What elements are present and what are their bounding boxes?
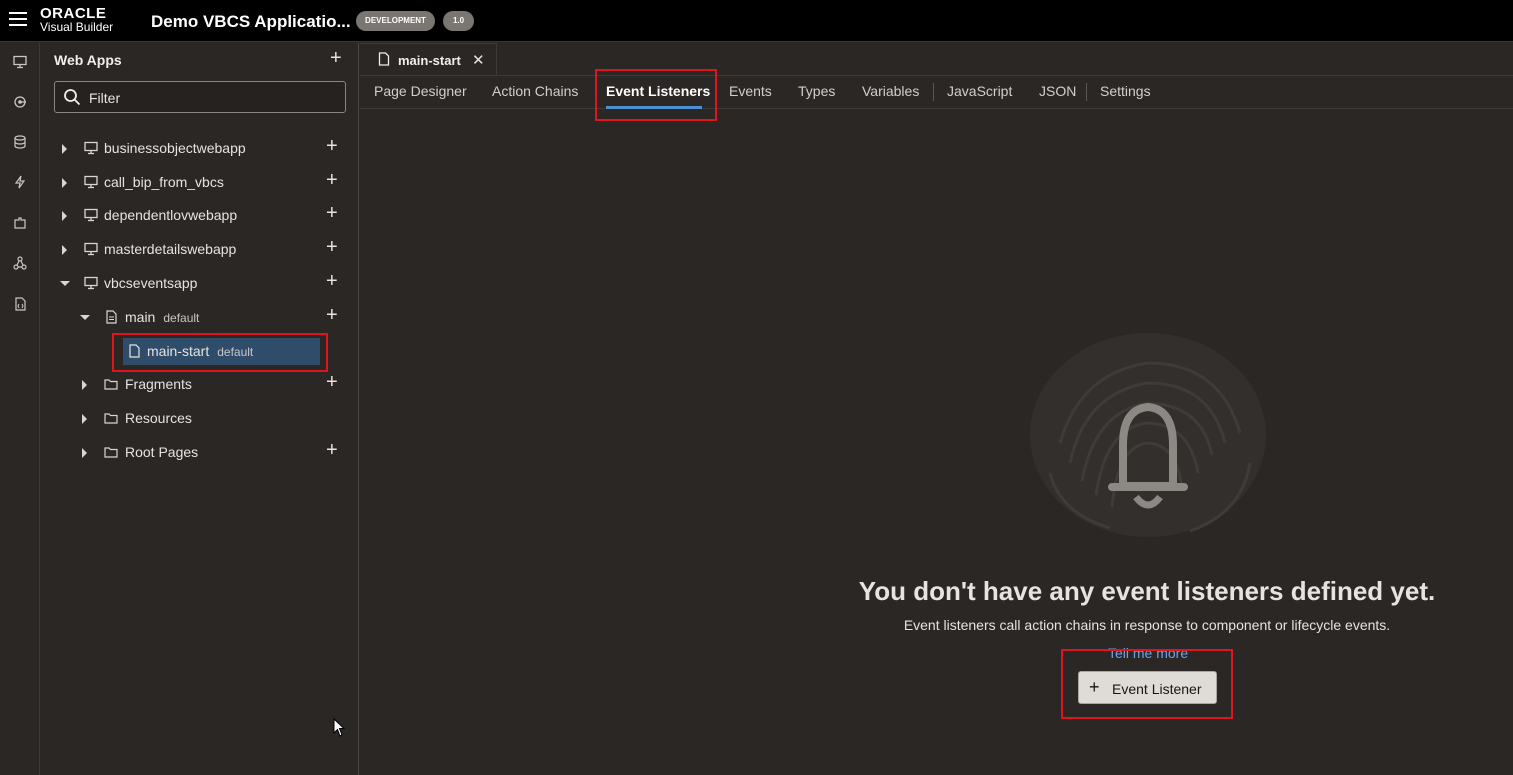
file-tab-label: main-start: [398, 53, 461, 68]
tree-item-dependentlovwebapp[interactable]: dependentlovwebapp +: [40, 201, 358, 231]
tab-javascript[interactable]: JavaScript: [947, 83, 1012, 99]
processes-icon[interactable]: [12, 175, 28, 191]
components-icon[interactable]: [12, 216, 28, 232]
source-icon[interactable]: [12, 297, 28, 313]
tab-events[interactable]: Events: [729, 83, 772, 99]
app-title[interactable]: Demo VBCS Applicatio...: [151, 12, 351, 32]
services-icon[interactable]: [12, 95, 28, 111]
web-apps-panel: Web Apps + businessobjectwebapp + call_b…: [40, 43, 359, 775]
tree-item-root-pages[interactable]: Root Pages +: [40, 438, 358, 468]
visual-builder-logo-text: Visual Builder: [40, 20, 114, 34]
tree-item-resources[interactable]: Resources: [40, 404, 358, 434]
tab-event-listeners[interactable]: Event Listeners: [606, 83, 710, 99]
tree-item-masterdetailswebapp[interactable]: masterdetailswebapp +: [40, 235, 358, 265]
expand-caret-icon[interactable]: [62, 178, 67, 188]
mouse-cursor-icon: [333, 718, 345, 737]
expand-caret-icon[interactable]: [62, 245, 67, 255]
web-app-icon: [84, 175, 98, 189]
layouts-icon[interactable]: [12, 256, 28, 272]
bell-icon: [1030, 333, 1266, 537]
business-objects-icon[interactable]: [12, 135, 28, 151]
tell-me-more-link[interactable]: Tell me more: [1108, 645, 1188, 661]
tab-separator: [1086, 83, 1087, 101]
add-icon[interactable]: +: [326, 372, 338, 392]
add-web-app-button[interactable]: +: [330, 48, 346, 68]
empty-state-description: Event listeners call action chains in re…: [903, 617, 1391, 633]
web-app-icon: [84, 141, 98, 155]
expand-caret-icon[interactable]: [82, 414, 87, 424]
top-bar: ORACLE Visual Builder Demo VBCS Applicat…: [0, 0, 1513, 42]
tree-item-label: masterdetailswebapp: [104, 241, 237, 257]
page-icon: [378, 52, 390, 66]
tree-item-vbcseventsapp[interactable]: vbcseventsapp +: [40, 269, 358, 299]
flow-icon: [106, 310, 117, 324]
add-icon[interactable]: +: [326, 440, 338, 460]
add-icon[interactable]: +: [326, 170, 338, 190]
default-tag: default: [163, 311, 200, 325]
page-icon: [129, 344, 140, 358]
tree-item-label: vbcseventsapp: [104, 275, 198, 291]
tree-item-label: Fragments: [125, 376, 192, 392]
version-badge: 1.0: [443, 11, 474, 31]
add-event-listener-button[interactable]: + Event Listener: [1078, 671, 1217, 704]
add-icon[interactable]: +: [326, 136, 338, 156]
collapse-caret-icon[interactable]: [80, 315, 90, 320]
expand-caret-icon[interactable]: [62, 211, 67, 221]
folder-icon: [104, 447, 118, 458]
editor-tabs: Page Designer Action Chains Event Listen…: [360, 75, 1513, 109]
tree-item-label: main: [125, 309, 156, 325]
tree-item-label: Root Pages: [125, 444, 199, 460]
tree-item-label: businessobjectwebapp: [104, 140, 246, 156]
editor-area: main-start ✕ Page Designer Action Chains…: [360, 43, 1513, 775]
expand-caret-icon[interactable]: [82, 448, 87, 458]
folder-icon: [104, 413, 118, 424]
tab-action-chains[interactable]: Action Chains: [492, 83, 578, 99]
expand-caret-icon[interactable]: [82, 380, 87, 390]
panel-title: Web Apps: [54, 52, 122, 68]
hamburger-menu-icon[interactable]: [9, 12, 27, 28]
active-tab-indicator: [606, 106, 702, 109]
tab-variables[interactable]: Variables: [862, 83, 919, 99]
tab-json[interactable]: JSON: [1039, 83, 1076, 99]
navigator-rail: [0, 43, 40, 775]
tree-item-main[interactable]: main default +: [40, 303, 358, 333]
tree-item-label: Resources: [125, 410, 192, 426]
add-icon[interactable]: +: [326, 237, 338, 257]
close-icon[interactable]: ✕: [472, 51, 485, 69]
tree-item-label: main-start: [147, 343, 210, 359]
plus-icon: +: [1089, 677, 1100, 697]
folder-icon: [104, 379, 118, 390]
filter-box[interactable]: [54, 81, 346, 113]
expand-caret-icon[interactable]: [62, 144, 67, 154]
empty-state-title: You don't have any event listeners defin…: [858, 576, 1436, 606]
tab-types[interactable]: Types: [798, 83, 835, 99]
tree-item-label: call_bip_from_vbcs: [104, 174, 224, 190]
web-app-icon: [84, 276, 98, 290]
tree-item-call-bip-from-vbcs[interactable]: call_bip_from_vbcs +: [40, 168, 358, 198]
tab-separator: [933, 83, 934, 101]
button-label: Event Listener: [1112, 681, 1202, 697]
web-apps-icon[interactable]: [12, 55, 28, 71]
add-icon[interactable]: +: [326, 203, 338, 223]
web-app-icon: [84, 242, 98, 256]
default-tag: default: [217, 345, 254, 359]
tab-settings[interactable]: Settings: [1100, 83, 1151, 99]
tree-item-fragments[interactable]: Fragments +: [40, 370, 358, 400]
file-tab[interactable]: main-start ✕: [360, 43, 497, 75]
search-icon: [64, 89, 81, 106]
collapse-caret-icon[interactable]: [60, 281, 70, 286]
add-icon[interactable]: +: [326, 271, 338, 291]
web-app-icon: [84, 208, 98, 222]
tree-item-businessobjectwebapp[interactable]: businessobjectwebapp +: [40, 134, 358, 164]
tree-item-label: dependentlovwebapp: [104, 207, 238, 223]
filter-input[interactable]: [89, 88, 339, 108]
tab-page-designer[interactable]: Page Designer: [374, 83, 467, 99]
environment-badge: DEVELOPMENT: [356, 11, 435, 31]
tree-item-main-start[interactable]: main-start default: [40, 337, 358, 367]
add-icon[interactable]: +: [326, 305, 338, 325]
